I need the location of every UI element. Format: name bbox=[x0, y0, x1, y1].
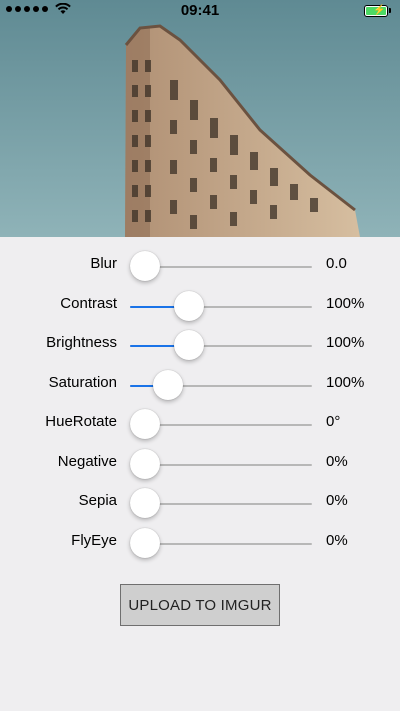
charging-icon: ⚡ bbox=[373, 5, 386, 16]
building-image bbox=[0, 0, 400, 237]
slider-row-brightness: Brightness 100% bbox=[0, 326, 400, 366]
slider-value-sepia: 0% bbox=[326, 492, 348, 509]
slider-fill-contrast bbox=[130, 305, 181, 308]
slider-thumb-flyeye[interactable] bbox=[130, 527, 160, 558]
slider-row-flyeye: FlyEye 0% bbox=[0, 524, 400, 564]
slider-thumb-negative[interactable] bbox=[130, 448, 160, 479]
slider-value-flyeye: 0% bbox=[326, 531, 348, 549]
slider-label-flyeye: FlyEye bbox=[71, 531, 117, 549]
slider-value-contrast: 100% bbox=[326, 294, 365, 312]
slider-value-brightness: 100% bbox=[326, 334, 365, 351]
battery-cap bbox=[389, 8, 391, 13]
slider-thumb-saturation[interactable] bbox=[152, 369, 183, 400]
slider-track-brightness[interactable] bbox=[130, 345, 312, 347]
slider-label-negative: Negative bbox=[57, 452, 117, 470]
slider-thumb-blur[interactable] bbox=[130, 251, 160, 281]
slider-label-sepia: Sepia bbox=[78, 492, 117, 509]
slider-thumb-contrast[interactable] bbox=[174, 290, 205, 321]
slider-row-negative: Negative 0% bbox=[0, 445, 400, 485]
slider-value-saturation: 100% bbox=[326, 373, 365, 391]
slider-label-saturation: Saturation bbox=[48, 373, 117, 391]
photo-preview bbox=[0, 0, 400, 237]
slider-label-contrast: Contrast bbox=[60, 294, 117, 312]
slider-thumb-sepia[interactable] bbox=[130, 488, 160, 518]
slider-label-huerotate: HueRotate bbox=[45, 413, 117, 430]
battery-icon: ⚡ bbox=[364, 5, 388, 17]
slider-value-huerotate: 0° bbox=[326, 413, 341, 430]
slider-label-brightness: Brightness bbox=[46, 334, 117, 351]
status-time: 09:41 bbox=[180, 2, 220, 19]
filter-sliders: Blur 0.0 Contrast 100% Brightness 100% Saturat… bbox=[0, 247, 400, 563]
slider-row-blur: Blur 0.0 bbox=[0, 247, 400, 287]
battery-fill: ⚡ bbox=[366, 5, 386, 16]
slider-value-negative: 0% bbox=[326, 452, 348, 470]
slider-row-saturation: Saturation 100% bbox=[0, 366, 400, 406]
slider-row-huerotate: HueRotate 0° bbox=[0, 405, 400, 445]
slider-thumb-huerotate[interactable] bbox=[130, 409, 160, 439]
slider-row-sepia: Sepia 0% bbox=[0, 484, 400, 524]
slider-fill-brightness bbox=[130, 345, 181, 347]
slider-thumb-brightness[interactable] bbox=[174, 330, 205, 360]
status-bar: 09:41 ⚡ bbox=[0, 0, 400, 22]
slider-value-blur: 0.0 bbox=[326, 255, 347, 272]
slider-track-contrast[interactable] bbox=[130, 305, 312, 308]
slider-label-blur: Blur bbox=[90, 255, 117, 272]
slider-row-contrast: Contrast 100% bbox=[0, 287, 400, 327]
upload-to-imgur-button[interactable]: UPLOAD TO IMGUR bbox=[120, 584, 280, 626]
